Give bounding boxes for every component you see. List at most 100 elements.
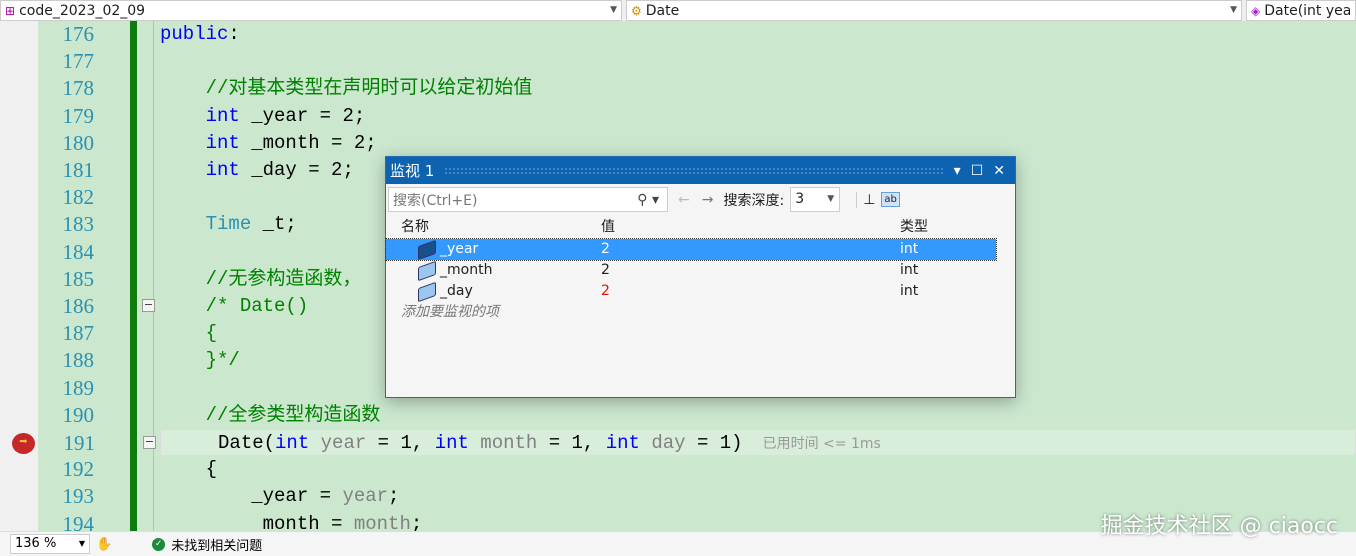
intellicode-icon[interactable]: ✋ bbox=[96, 537, 112, 552]
code-token: ; bbox=[388, 485, 400, 508]
code-token: //无参构造函数， bbox=[205, 267, 362, 290]
zoom-select[interactable]: 136 % ▼ bbox=[10, 534, 90, 554]
code-line[interactable]: 179 int _year = 2; bbox=[0, 103, 1356, 130]
watermark: 掘金技术社区 @ ciaocc bbox=[1100, 514, 1338, 539]
code-token: public bbox=[160, 23, 229, 45]
line-number: 194 bbox=[62, 511, 95, 531]
code-text: int _year = 2; bbox=[160, 103, 366, 130]
watch-window[interactable]: 监视 1 ▾ ☐ ✕ 搜索(Ctrl+E) ⚲ ▾ ← → 搜索深度: 3 ▼ ⊥ … bbox=[385, 156, 1016, 398]
code-token: /* Date() bbox=[205, 295, 309, 317]
code-token: day bbox=[639, 432, 686, 454]
member-dropdown[interactable]: ◈ Date(int yea bbox=[1246, 0, 1356, 21]
code-text: }*/ bbox=[160, 347, 240, 374]
close-icon[interactable]: ✕ bbox=[993, 163, 1005, 179]
code-token: _t; bbox=[251, 213, 297, 236]
code-token: year bbox=[342, 485, 389, 508]
dropdown-icon[interactable]: ▾ bbox=[954, 163, 961, 179]
line-number: 176 bbox=[62, 22, 95, 46]
line-number: 183 bbox=[62, 212, 95, 237]
watch-value[interactable]: 2 bbox=[596, 281, 896, 302]
code-token: int bbox=[205, 159, 240, 181]
class-icon: ⚙ bbox=[631, 3, 642, 18]
code-token: _year = 2; bbox=[239, 104, 366, 127]
code-line[interactable]: 180 int _month = 2; bbox=[0, 130, 1356, 157]
add-watch-item[interactable]: 添加要监视的项 bbox=[386, 302, 1015, 323]
method-icon: ◈ bbox=[1251, 3, 1261, 18]
code-token: ; bbox=[410, 512, 423, 531]
watch-title-bar[interactable]: 监视 1 ▾ ☐ ✕ bbox=[386, 157, 1015, 184]
column-value[interactable]: 值 bbox=[596, 215, 896, 239]
watch-toolbar: 搜索(Ctrl+E) ⚲ ▾ ← → 搜索深度: 3 ▼ ⊥ ab bbox=[386, 184, 1015, 215]
project-icon: ⊞ bbox=[5, 3, 16, 18]
code-text: public: bbox=[160, 21, 240, 48]
code-token: int bbox=[205, 131, 240, 154]
code-line[interactable]: 192 { bbox=[0, 456, 1356, 483]
field-icon bbox=[418, 281, 436, 302]
code-line[interactable]: 178 //对基本类型在声明时可以给定初始值 bbox=[0, 75, 1356, 102]
code-token: = 1, bbox=[537, 432, 606, 454]
search-placeholder: 搜索(Ctrl+E) bbox=[393, 192, 478, 209]
code-text: { bbox=[160, 456, 217, 483]
code-token: = 1, bbox=[366, 432, 435, 454]
member-name: Date(int yea bbox=[1264, 2, 1352, 19]
code-line[interactable]: 190 //全参类型构造函数 bbox=[0, 402, 1356, 429]
watch-title: 监视 1 bbox=[390, 162, 435, 180]
search-input[interactable]: 搜索(Ctrl+E) ⚲ ▾ bbox=[388, 187, 668, 212]
code-token: _year = bbox=[160, 485, 343, 508]
forward-arrow-icon[interactable]: → bbox=[702, 192, 714, 208]
search-depth-value: 3 bbox=[795, 191, 805, 207]
watch-name: _month bbox=[440, 262, 493, 278]
code-token: //对基本类型在声明时可以给定初始值 bbox=[205, 77, 533, 100]
code-text: /* Date() bbox=[160, 293, 309, 320]
line-number: 192 bbox=[62, 457, 95, 482]
watch-header: 名称 值 类型 bbox=[386, 215, 1015, 239]
code-token: }*/ bbox=[205, 349, 240, 372]
watch-row[interactable]: _year 2 int bbox=[385, 238, 997, 261]
hex-display-icon[interactable]: ab bbox=[881, 192, 900, 207]
watch-row[interactable]: _month 2 int bbox=[386, 260, 1015, 281]
code-token: { bbox=[205, 322, 218, 345]
code-token: int bbox=[605, 432, 640, 454]
watch-row[interactable]: _day 2 int bbox=[386, 281, 1015, 302]
project-dropdown[interactable]: ⊞ code_2023_02_09 ▼ bbox=[0, 0, 622, 21]
column-type[interactable]: 类型 bbox=[896, 215, 996, 239]
code-text: int _day = 2; bbox=[160, 157, 354, 184]
code-token: _day = 2; bbox=[239, 159, 354, 181]
code-line[interactable]: 191 Date(int year = 1, int month = 1, in… bbox=[12, 429, 1356, 456]
search-depth-select[interactable]: 3 ▼ bbox=[790, 187, 841, 212]
breakpoint-current-icon[interactable]: ➡ bbox=[12, 433, 35, 454]
code-text: _year = year; bbox=[160, 483, 399, 510]
collapse-icon[interactable]: − bbox=[143, 436, 156, 449]
pin-icon[interactable]: ⊥ bbox=[856, 191, 875, 208]
code-text: month = month; bbox=[160, 511, 423, 531]
code-line[interactable]: 176 public: bbox=[0, 21, 1356, 48]
perf-tip: 已用时间 <= 1ms bbox=[762, 436, 881, 452]
watch-value[interactable]: 2 bbox=[596, 260, 896, 281]
collapse-icon[interactable]: − bbox=[142, 299, 155, 312]
maximize-icon[interactable]: ☐ bbox=[971, 163, 984, 179]
issues-status[interactable]: 未找到相关问题 bbox=[171, 535, 262, 554]
line-number: 177 bbox=[62, 49, 95, 74]
line-number: 190 bbox=[62, 402, 95, 427]
code-line[interactable]: 193 _year = year; bbox=[0, 483, 1356, 510]
navigation-bar: ⊞ code_2023_02_09 ▼ ⚙ Date ▼ ◈ Date(int yea bbox=[0, 0, 1356, 21]
code-text: //对基本类型在声明时可以给定初始值 bbox=[160, 75, 533, 102]
code-line[interactable]: 177 bbox=[0, 48, 1356, 75]
watch-type: int bbox=[900, 283, 919, 299]
watch-value[interactable]: 2 bbox=[596, 239, 896, 260]
search-icon[interactable]: ⚲ ▾ bbox=[637, 192, 659, 208]
back-arrow-icon[interactable]: ← bbox=[678, 192, 690, 208]
line-number: 185 bbox=[62, 266, 95, 291]
scope-dropdown[interactable]: ⚙ Date ▼ bbox=[626, 0, 1242, 21]
code-token: month bbox=[353, 512, 411, 531]
code-token: int bbox=[205, 104, 240, 127]
drag-handle[interactable] bbox=[444, 166, 944, 175]
column-name[interactable]: 名称 bbox=[386, 215, 596, 239]
